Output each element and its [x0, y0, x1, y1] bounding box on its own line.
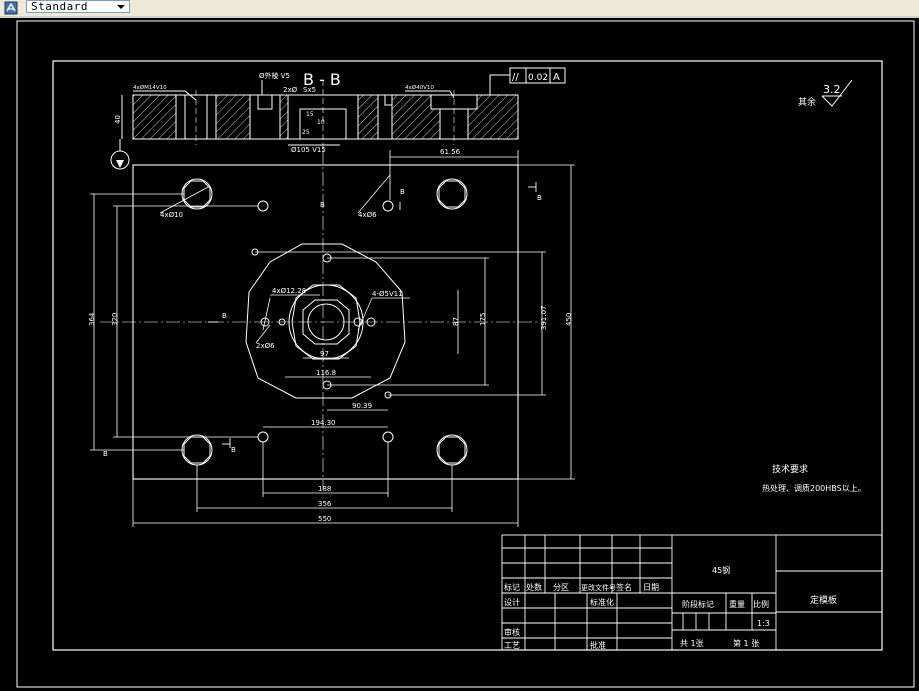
tb-process: 工艺 — [504, 641, 520, 650]
dim-320: 320 — [111, 313, 119, 326]
tb-zone: 分区 — [553, 583, 569, 592]
tb-mark: 标记 — [504, 582, 520, 592]
tb-doc: 更改文件号 — [581, 583, 616, 592]
dim-194-30: 194.30 — [311, 419, 336, 427]
tb-approve: 批准 — [590, 640, 606, 650]
section-dim-hb: Sx5 — [303, 86, 316, 94]
chevron-down-icon[interactable] — [117, 5, 125, 9]
roughness-symbol: 其余 3.2 — [798, 79, 853, 108]
section-hole-note: 4xØM14V10 — [133, 84, 167, 91]
toolbar: Standard — [0, 0, 919, 17]
tech-req-text: 热处理、调质200HBS以上。 — [762, 483, 866, 493]
tb-sheet-no: 第 1 张 — [733, 638, 759, 648]
section-dim-top: Ø外棱 V5 — [259, 71, 290, 80]
section-mark-b2: B — [222, 312, 227, 320]
section-dim-s2: 10 — [317, 119, 325, 126]
dim-391-07: 391.07 — [540, 306, 548, 331]
section-mark-b5: B — [231, 446, 236, 454]
drawing-canvas[interactable]: B - B 4xØM14V10 4xØ40V10 Ø外棱 V5 2xØ Sx5 … — [0, 18, 919, 691]
dim-97: 97 — [320, 350, 329, 358]
section-mark-b1: B — [320, 201, 325, 209]
text-style-value: Standard — [31, 0, 88, 13]
section-dim-s3: 25 — [302, 129, 310, 136]
dim-188: 188 — [318, 485, 331, 493]
cad-drawing: B - B 4xØM14V10 4xØ40V10 Ø外棱 V5 2xØ Sx5 … — [16, 20, 915, 688]
tb-scale: 1:3 — [757, 619, 770, 628]
section-dim-ha: 2xØ — [283, 86, 298, 94]
roughness-value: 3.2 — [823, 83, 841, 96]
dim-450: 450 — [565, 313, 573, 326]
tb-scale-label: 比例 — [753, 599, 769, 609]
tb-weight: 重量 — [729, 599, 745, 609]
technical-requirements: 技术要求 热处理、调质200HBS以上。 — [762, 463, 866, 493]
dim-356: 356 — [318, 500, 332, 508]
flatness-symbol: // — [512, 72, 519, 83]
note-4x-b: 4xØ6 — [358, 211, 377, 219]
tb-sign: 签名 — [616, 582, 632, 592]
tb-date: 日期 — [643, 583, 659, 592]
tb-check: 审核 — [504, 627, 520, 637]
datum-label: A — [553, 72, 560, 83]
section-dim-bottom: Ø105 V15 — [291, 146, 326, 154]
dim-116-8: 116.8 — [316, 369, 336, 377]
roughness-label: 其余 — [798, 96, 816, 108]
flatness-tolerance: 0.02 — [528, 73, 548, 83]
tb-std: 标准化 — [590, 597, 614, 607]
text-style-select[interactable]: Standard — [26, 0, 130, 13]
drawing-border — [52, 60, 883, 651]
note-4x-d: 4-Ø5V11 — [372, 290, 403, 298]
tb-part-name: 定模板 — [810, 594, 837, 606]
tb-count: 处数 — [526, 582, 542, 592]
title-block — [501, 534, 883, 651]
note-2x: 2xØ6 — [256, 342, 275, 350]
dim-87: 87 — [452, 317, 460, 326]
note-4x-c: 4xØ12.28 — [272, 287, 306, 295]
tb-material: 45钢 — [712, 565, 730, 575]
dim-90-39: 90.39 — [352, 402, 372, 410]
dim-61-56: 61.56 — [440, 148, 461, 156]
dim-550: 550 — [318, 515, 331, 523]
note-4x-a: 4xØ10 — [160, 211, 183, 219]
section-view: B - B 4xØM14V10 4xØ40V10 Ø外棱 V5 2xØ Sx5 … — [110, 67, 566, 170]
tech-req-title: 技术要求 — [772, 463, 808, 475]
tb-stage: 阶段标记 — [682, 599, 714, 609]
dim-175: 175 — [479, 313, 487, 326]
text-style-icon[interactable] — [4, 0, 18, 15]
section-hole-note-2: 4xØ40V10 — [405, 84, 434, 91]
dim-364: 364 — [88, 312, 96, 326]
flatness-frame: // 0.02 A — [489, 67, 566, 95]
plan-view: B B B B B B 61.56 4xØ10 4xØ6 4xØ12.28 4-… — [88, 148, 575, 527]
section-mark-b4: B — [103, 450, 108, 458]
section-dim-s1: 15 — [306, 111, 314, 118]
section-mark-b3: B — [537, 194, 542, 202]
section-mark-b6: B — [400, 188, 405, 196]
tb-total-sheets: 共 1张 — [680, 639, 704, 648]
tb-design: 设计 — [504, 597, 520, 607]
section-dim-height: 40 — [114, 115, 122, 124]
